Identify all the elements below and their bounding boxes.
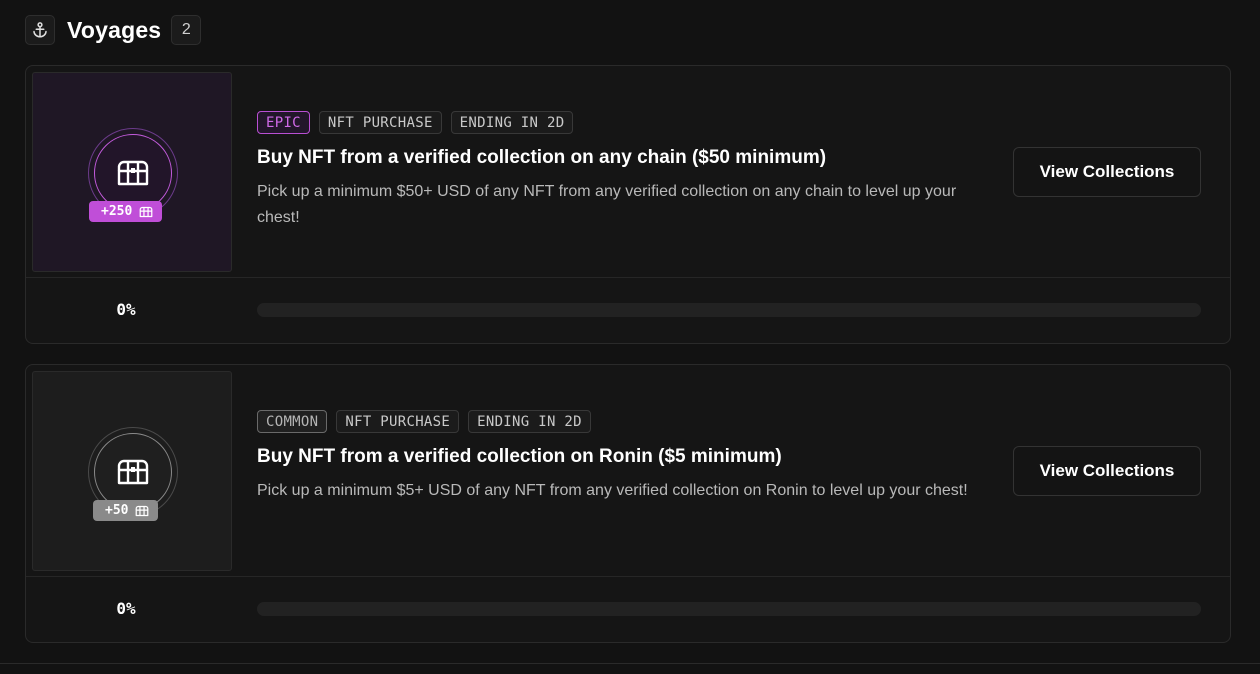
quest-card: +250 EPIC NFT PURCHASE ENDING IN 2D Buy … (25, 65, 1231, 344)
quest-tags: COMMON NFT PURCHASE ENDING IN 2D (257, 410, 591, 433)
progress-bar (257, 303, 1201, 317)
progress-percent: 0% (116, 300, 136, 319)
view-collections-button[interactable]: View Collections (1013, 446, 1201, 496)
page-bottom-divider (0, 663, 1260, 664)
quest-description: Pick up a minimum $50+ USD of any NFT fr… (257, 183, 957, 226)
ending-tag: ENDING IN 2D (450, 111, 574, 134)
chest-icon (117, 160, 149, 186)
rarity-tag: EPIC (257, 111, 310, 134)
quest-title: Buy NFT from a verified collection on an… (257, 147, 827, 168)
chest-icon (136, 505, 149, 516)
points-value: +250 (101, 204, 133, 219)
ending-tag: ENDING IN 2D (468, 410, 591, 433)
category-tag: NFT PURCHASE (336, 410, 460, 433)
progress-bar (257, 602, 1201, 616)
points-badge: +50 (93, 500, 159, 521)
points-badge: +250 (89, 201, 163, 222)
quest-title: Buy NFT from a verified collection on Ro… (257, 446, 782, 467)
chest-icon (139, 206, 153, 217)
points-value: +50 (105, 503, 129, 518)
chest-thumbnail: +50 (32, 371, 232, 571)
category-tag: NFT PURCHASE (318, 111, 442, 134)
chest-thumbnail: +250 (32, 72, 232, 272)
voyages-header: Voyages 2 (25, 14, 202, 46)
quest-card: +50 COMMON NFT PURCHASE ENDING IN 2D Buy… (25, 364, 1231, 643)
divider (26, 277, 1230, 278)
voyages-count-badge: 2 (171, 15, 202, 45)
quest-description: Pick up a minimum $5+ USD of any NFT fro… (257, 482, 968, 499)
page-title: Voyages (67, 16, 162, 43)
quest-tags: EPIC NFT PURCHASE ENDING IN 2D (257, 111, 574, 134)
chest-icon (117, 459, 149, 485)
view-collections-button[interactable]: View Collections (1013, 147, 1201, 197)
progress-percent: 0% (116, 599, 136, 618)
rarity-tag: COMMON (257, 410, 328, 433)
divider (26, 576, 1230, 577)
anchor-icon (25, 15, 55, 45)
